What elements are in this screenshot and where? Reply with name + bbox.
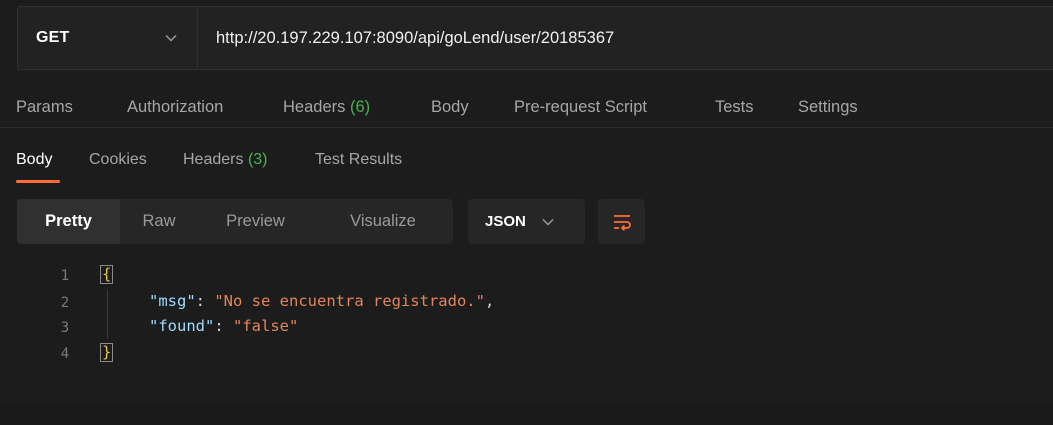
wrap-lines-button[interactable] — [598, 199, 645, 244]
tab-authorization[interactable]: Authorization — [127, 98, 223, 117]
chevron-down-icon — [542, 218, 554, 226]
json-key: "msg" — [149, 292, 196, 310]
code-line: 2 "msg": "No se encuentra registrado.", — [0, 292, 1053, 316]
view-mode-group: Pretty Raw Preview Visualize — [17, 199, 453, 244]
bottom-strip — [0, 404, 1053, 425]
wrap-lines-icon — [612, 213, 632, 231]
tab-headers[interactable]: Headers (6) — [283, 98, 370, 117]
response-tab-test-results[interactable]: Test Results — [315, 151, 402, 169]
response-tab-headers[interactable]: Headers (3) — [183, 151, 268, 169]
line-number: 4 — [60, 346, 70, 362]
view-pretty-button[interactable]: Pretty — [17, 199, 120, 244]
close-brace: } — [99, 343, 114, 362]
active-tab-indicator — [16, 180, 60, 183]
tab-tests[interactable]: Tests — [715, 98, 754, 117]
url-input[interactable] — [198, 7, 1053, 69]
json-comma: , — [484, 292, 495, 310]
response-tab-headers-count: (3) — [247, 151, 268, 168]
format-label: JSON — [485, 213, 526, 230]
response-tabs: Body Cookies Headers (3) Test Results — [0, 148, 1053, 188]
code-line: 4 } — [0, 343, 1053, 367]
view-visualize-button[interactable]: Visualize — [313, 199, 453, 244]
code-line: 3 "found": "false" — [0, 317, 1053, 341]
code-line: 1 { — [0, 265, 1053, 289]
view-raw-button[interactable]: Raw — [120, 199, 198, 244]
line-number: 3 — [60, 320, 70, 336]
line-number: 2 — [60, 295, 70, 311]
response-tab-cookies[interactable]: Cookies — [89, 151, 147, 169]
open-brace: { — [99, 265, 114, 284]
json-value: "No se encuentra registrado." — [214, 292, 485, 310]
view-preview-button[interactable]: Preview — [198, 199, 313, 244]
response-tab-body[interactable]: Body — [16, 151, 52, 169]
chevron-down-icon — [163, 30, 179, 46]
format-select[interactable]: JSON — [468, 199, 585, 244]
method-label: GET — [36, 29, 70, 46]
tab-settings[interactable]: Settings — [798, 98, 858, 117]
json-colon: : — [195, 292, 215, 310]
json-value: "false" — [233, 317, 299, 335]
tab-headers-count: (6) — [349, 98, 371, 116]
tab-headers-label: Headers — [283, 98, 346, 116]
response-tab-headers-label: Headers — [183, 151, 244, 168]
tab-body[interactable]: Body — [431, 98, 469, 117]
tab-pre-request-script[interactable]: Pre-request Script — [514, 98, 647, 117]
json-colon: : — [214, 317, 233, 335]
request-tabs: Params Authorization Headers (6) Body Pr… — [0, 90, 1053, 128]
line-number: 1 — [60, 268, 70, 284]
response-body-viewer[interactable]: 1 { 2 "msg": "No se encuentra registrado… — [0, 263, 1053, 383]
request-bar: GET — [17, 6, 1053, 70]
json-key: "found" — [149, 317, 215, 335]
tab-params[interactable]: Params — [16, 98, 73, 117]
method-select[interactable]: GET — [18, 7, 198, 69]
